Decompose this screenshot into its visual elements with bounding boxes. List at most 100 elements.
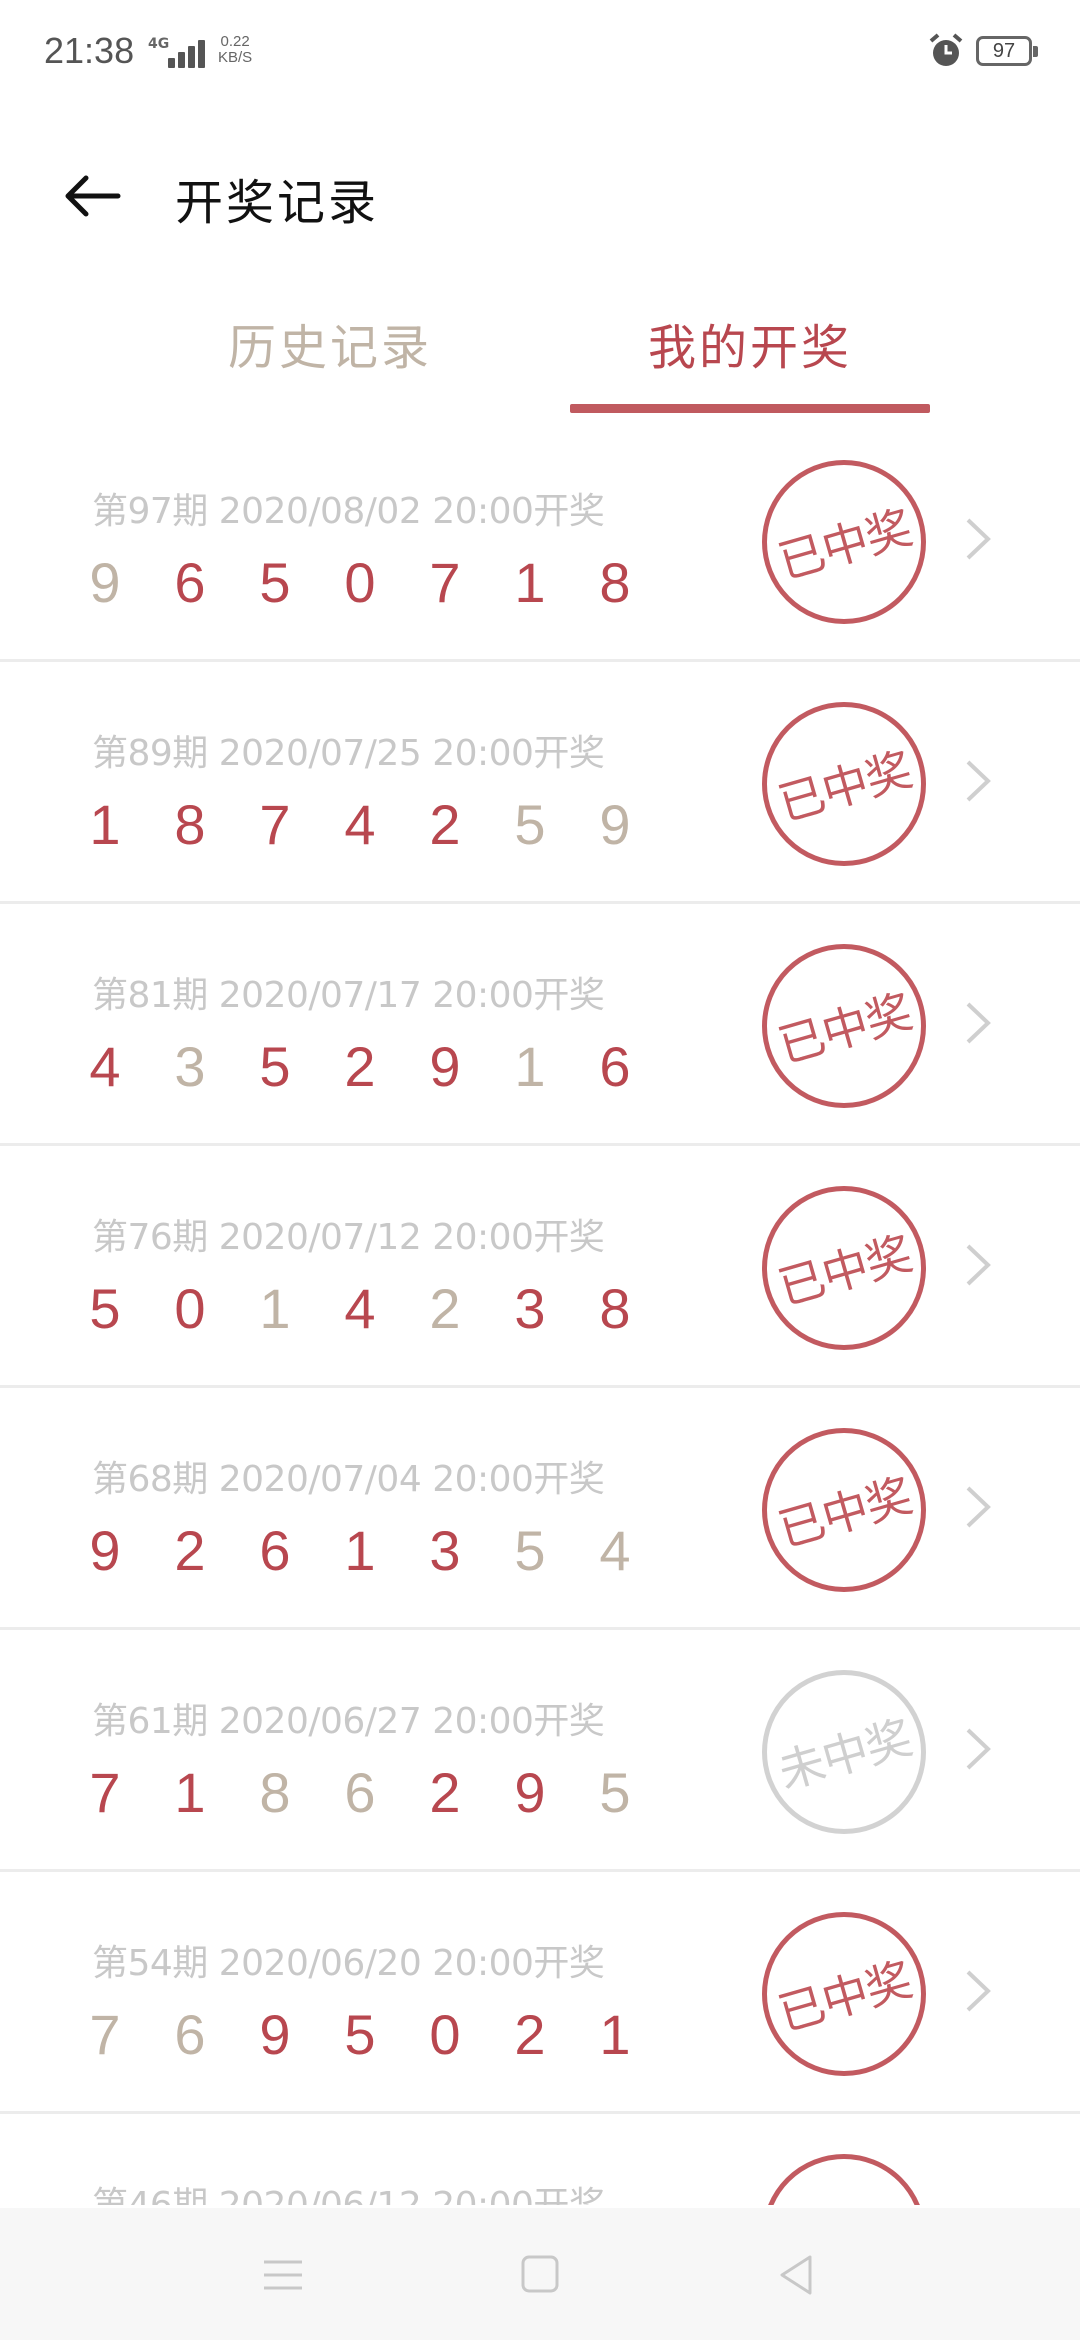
draw-digit: 5 bbox=[514, 793, 546, 856]
draw-digit: 1 bbox=[344, 1519, 376, 1582]
draw-info: 第81期 2020/07/17 20:00开奖 bbox=[92, 975, 605, 1016]
draw-digit: 5 bbox=[514, 1519, 546, 1582]
draw-digit: 6 bbox=[344, 1761, 376, 1824]
draw-row[interactable]: 第81期 2020/07/17 20:00开奖 4 3 5 2 9 1 6 已中奖 bbox=[0, 904, 1080, 1146]
stamp-label: 已中奖 bbox=[772, 742, 918, 832]
draw-digit: 9 bbox=[89, 551, 121, 614]
draw-digit: 1 bbox=[174, 1761, 206, 1824]
active-tab-indicator bbox=[570, 404, 930, 413]
draw-digit: 7 bbox=[89, 1761, 121, 1824]
chevron-right-icon[interactable] bbox=[960, 514, 996, 564]
draw-digit: 4 bbox=[344, 1277, 376, 1340]
chevron-right-icon[interactable] bbox=[960, 998, 996, 1048]
tab-bar: 历史记录 我的开奖 bbox=[0, 290, 1080, 415]
draw-digit: 0 bbox=[344, 551, 376, 614]
system-nav-bar bbox=[0, 2208, 1080, 2340]
chevron-right-icon[interactable] bbox=[960, 756, 996, 806]
draw-row[interactable]: 第61期 2020/06/27 20:00开奖 7 1 8 6 2 9 5 未中奖 bbox=[0, 1630, 1080, 1872]
draw-info: 第97期 2020/08/02 20:00开奖 bbox=[92, 491, 605, 532]
tab-history[interactable]: 历史记录 bbox=[150, 308, 510, 378]
draw-digit: 7 bbox=[89, 2003, 121, 2066]
network-speed-value: 0.22 bbox=[220, 33, 250, 50]
network-speed: 0.22 KB/S bbox=[218, 34, 252, 66]
won-stamp: 已中奖 bbox=[762, 944, 926, 1108]
stamp-label: 已中奖 bbox=[772, 984, 918, 1074]
back-arrow-icon[interactable] bbox=[56, 160, 128, 232]
draw-info: 第46期 2020/06/12 20:00开奖 bbox=[92, 2176, 605, 2205]
lost-stamp: 未中奖 bbox=[762, 1670, 926, 1834]
draw-digit: 7 bbox=[429, 551, 461, 614]
draw-digit: 9 bbox=[259, 2003, 291, 2066]
draw-digit: 8 bbox=[599, 551, 631, 614]
draw-digit: 2 bbox=[174, 1519, 206, 1582]
draw-digit: 6 bbox=[174, 2003, 206, 2066]
menu-icon[interactable] bbox=[258, 2252, 308, 2298]
won-stamp bbox=[762, 2154, 926, 2205]
stamp-label: 已中奖 bbox=[772, 1952, 918, 2042]
won-stamp: 已中奖 bbox=[762, 460, 926, 624]
chevron-right-icon[interactable] bbox=[960, 1482, 996, 1532]
draw-digit: 1 bbox=[259, 1277, 291, 1340]
draw-digit: 4 bbox=[344, 793, 376, 856]
won-stamp: 已中奖 bbox=[762, 1428, 926, 1592]
draw-digit: 8 bbox=[599, 1277, 631, 1340]
draw-digit: 1 bbox=[514, 1035, 546, 1098]
stamp-label: 已中奖 bbox=[772, 1468, 918, 1558]
draw-row[interactable]: 第54期 2020/06/20 20:00开奖 7 6 9 5 0 2 1 已中奖 bbox=[0, 1872, 1080, 2114]
draw-row[interactable]: 第46期 2020/06/12 20:00开奖 bbox=[0, 2114, 1080, 2205]
draw-row[interactable]: 第76期 2020/07/12 20:00开奖 5 0 1 4 2 3 8 已中奖 bbox=[0, 1146, 1080, 1388]
draw-digit: 0 bbox=[429, 2003, 461, 2066]
battery-icon: 97 bbox=[976, 36, 1038, 66]
alarm-icon bbox=[929, 33, 963, 66]
tab-my-draws[interactable]: 我的开奖 bbox=[570, 308, 930, 378]
won-stamp: 已中奖 bbox=[762, 1186, 926, 1350]
draw-digit: 2 bbox=[344, 1035, 376, 1098]
draw-row[interactable]: 第97期 2020/08/02 20:00开奖 9 6 5 0 7 1 8 已中奖 bbox=[0, 420, 1080, 662]
chevron-right-icon[interactable] bbox=[960, 1966, 996, 2016]
chevron-right-icon[interactable] bbox=[960, 1240, 996, 1290]
draw-list[interactable]: 第97期 2020/08/02 20:00开奖 9 6 5 0 7 1 8 已中奖 第89期 20… bbox=[0, 420, 1080, 2205]
won-stamp: 已中奖 bbox=[762, 702, 926, 866]
draw-info: 第68期 2020/07/04 20:00开奖 bbox=[92, 1459, 605, 1500]
draw-digit: 2 bbox=[514, 2003, 546, 2066]
draw-digit: 6 bbox=[174, 551, 206, 614]
draw-digit: 4 bbox=[89, 1035, 121, 1098]
won-stamp: 已中奖 bbox=[762, 1912, 926, 2076]
draw-info: 第89期 2020/07/25 20:00开奖 bbox=[92, 733, 605, 774]
draw-digit: 6 bbox=[259, 1519, 291, 1582]
draw-digit: 1 bbox=[514, 551, 546, 614]
draw-row[interactable]: 第68期 2020/07/04 20:00开奖 9 2 6 1 3 5 4 已中奖 bbox=[0, 1388, 1080, 1630]
draw-digit: 5 bbox=[344, 2003, 376, 2066]
home-icon[interactable] bbox=[515, 2252, 565, 2298]
draw-info: 第76期 2020/07/12 20:00开奖 bbox=[92, 1217, 605, 1258]
draw-digit: 9 bbox=[514, 1761, 546, 1824]
draw-digit: 8 bbox=[174, 793, 206, 856]
status-time: 21:38 bbox=[44, 30, 135, 71]
chevron-right-icon[interactable] bbox=[960, 1724, 996, 1774]
back-triangle-icon[interactable] bbox=[772, 2252, 822, 2298]
draw-digit: 7 bbox=[259, 793, 291, 856]
draw-digit: 1 bbox=[599, 2003, 631, 2066]
app-header: 开奖记录 bbox=[0, 105, 1080, 275]
draw-digit: 2 bbox=[429, 1277, 461, 1340]
draw-digit: 5 bbox=[599, 1761, 631, 1824]
network-type: 4G bbox=[148, 36, 170, 52]
draw-info: 第61期 2020/06/27 20:00开奖 bbox=[92, 1701, 605, 1742]
page-title: 开奖记录 bbox=[175, 175, 380, 231]
signal-icon bbox=[168, 38, 208, 68]
draw-digit: 3 bbox=[429, 1519, 461, 1582]
draw-digit: 2 bbox=[429, 793, 461, 856]
draw-digit: 0 bbox=[174, 1277, 206, 1340]
draw-digit: 8 bbox=[259, 1761, 291, 1824]
network-speed-unit: KB/S bbox=[218, 49, 253, 66]
draw-digit: 5 bbox=[89, 1277, 121, 1340]
draw-digit: 3 bbox=[174, 1035, 206, 1098]
draw-row[interactable]: 第89期 2020/07/25 20:00开奖 1 8 7 4 2 5 9 已中奖 bbox=[0, 662, 1080, 904]
stamp-label: 已中奖 bbox=[772, 1226, 918, 1316]
draw-digit: 6 bbox=[599, 1035, 631, 1098]
draw-digit: 9 bbox=[89, 1519, 121, 1582]
stamp-label bbox=[749, 2141, 939, 2205]
stamp-label: 已中奖 bbox=[772, 500, 918, 590]
stamp-label: 未中奖 bbox=[772, 1710, 918, 1800]
draw-digit: 4 bbox=[599, 1519, 631, 1582]
